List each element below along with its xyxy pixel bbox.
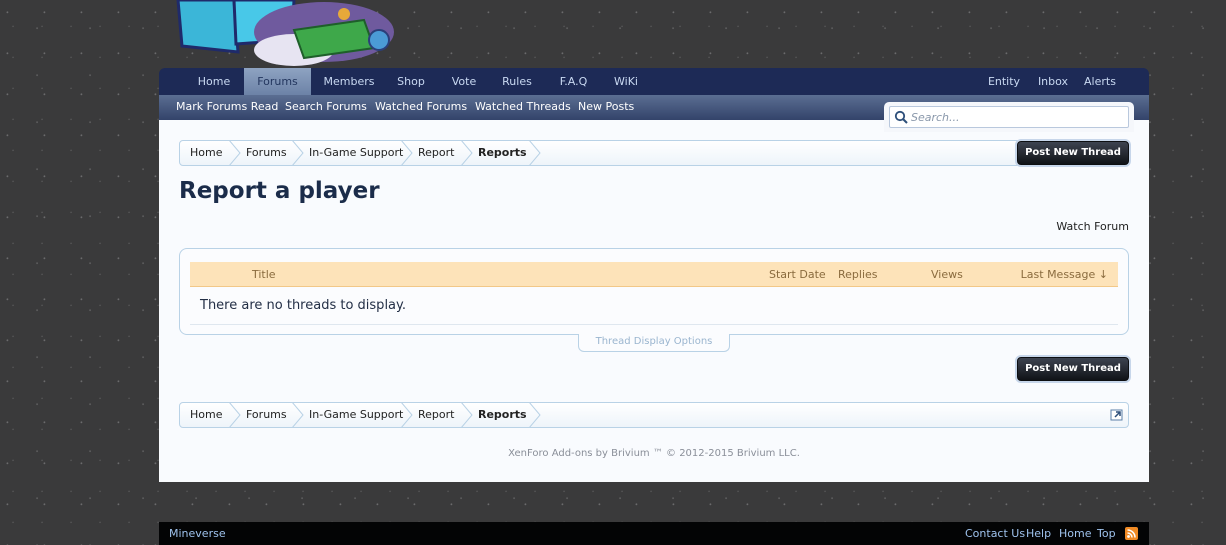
alerts-link[interactable]: Alerts <box>1081 68 1119 95</box>
breadcrumb-home[interactable]: Home <box>190 141 222 165</box>
breadcrumb-bottom: Home Forums In-Game Support Report Repor… <box>179 402 1129 428</box>
tab-members[interactable]: Members <box>321 68 377 95</box>
breadcrumb-separator-icon <box>528 140 541 166</box>
breadcrumb-report[interactable]: Report <box>418 403 454 427</box>
rss-icon[interactable] <box>1125 527 1138 540</box>
divider <box>190 324 1118 325</box>
breadcrumb-forums[interactable]: Forums <box>246 403 287 427</box>
search-box: Search... <box>884 102 1134 132</box>
thread-list-header: Title Start Date Replies Views Last Mess… <box>190 262 1118 287</box>
breadcrumb-reports[interactable]: Reports <box>478 141 527 165</box>
content-panel: Home Forums In-Game Support Report Repor… <box>159 120 1149 482</box>
thread-list: Title Start Date Replies Views Last Mess… <box>179 248 1129 335</box>
new-posts-link[interactable]: New Posts <box>578 95 634 119</box>
thread-display-options-toggle[interactable]: Thread Display Options <box>578 334 730 352</box>
breadcrumb-separator-icon <box>228 402 241 428</box>
column-start-date[interactable]: Start Date <box>769 262 826 287</box>
tab-rules[interactable]: Rules <box>496 68 538 95</box>
column-title[interactable]: Title <box>252 262 276 287</box>
post-new-thread-button[interactable]: Post New Thread <box>1017 141 1129 165</box>
site-logo[interactable] <box>174 0 394 66</box>
column-replies[interactable]: Replies <box>838 262 878 287</box>
breadcrumb-separator-icon <box>400 402 413 428</box>
breadcrumb-forums[interactable]: Forums <box>246 141 287 165</box>
watch-forum-link[interactable]: Watch Forum <box>1056 220 1129 233</box>
copyright-notice: XenForo Add-ons by Brivium ™ © 2012-2015… <box>508 448 800 459</box>
tab-home[interactable]: Home <box>189 68 239 95</box>
footer: Mineverse Contact Us Help Home Top <box>159 522 1149 545</box>
search-forums-link[interactable]: Search Forums <box>285 95 367 119</box>
breadcrumb-reports[interactable]: Reports <box>478 403 527 427</box>
footer-help-link[interactable]: Help <box>1026 522 1051 545</box>
breadcrumb: Home Forums In-Game Support Report Repor… <box>179 140 1129 166</box>
inbox-link[interactable]: Inbox <box>1034 68 1072 95</box>
mark-forums-read-link[interactable]: Mark Forums Read <box>176 95 278 119</box>
post-new-thread-button-bottom[interactable]: Post New Thread <box>1017 357 1129 381</box>
column-last-message[interactable]: Last Message ↓ <box>1021 262 1108 287</box>
watched-threads-link[interactable]: Watched Threads <box>475 95 571 119</box>
search-placeholder: Search... <box>911 111 960 124</box>
footer-brand-link[interactable]: Mineverse <box>169 522 226 545</box>
tab-wiki[interactable]: WiKi <box>608 68 644 95</box>
tab-shop[interactable]: Shop <box>391 68 431 95</box>
tab-vote[interactable]: Vote <box>444 68 484 95</box>
breadcrumb-separator-icon <box>291 140 304 166</box>
column-views[interactable]: Views <box>931 262 963 287</box>
tab-faq[interactable]: F.A.Q <box>551 68 596 95</box>
breadcrumb-in-game-support[interactable]: In-Game Support <box>309 141 403 165</box>
page-title: Report a player <box>179 178 380 204</box>
breadcrumb-separator-icon <box>528 402 541 428</box>
breadcrumb-separator-icon <box>460 140 473 166</box>
search-icon <box>894 110 908 124</box>
account-entity-link[interactable]: Entity <box>981 68 1027 95</box>
breadcrumb-separator-icon <box>460 402 473 428</box>
breadcrumb-separator-icon <box>400 140 413 166</box>
tab-forums[interactable]: Forums <box>244 68 311 96</box>
watched-forums-link[interactable]: Watched Forums <box>375 95 467 119</box>
breadcrumb-separator-icon <box>228 140 241 166</box>
main-navigation: Home Forums Members Shop Vote Rules F.A.… <box>159 68 1149 96</box>
footer-contact-us-link[interactable]: Contact Us <box>965 522 1025 545</box>
jump-menu-icon[interactable] <box>1110 408 1124 421</box>
breadcrumb-report[interactable]: Report <box>418 141 454 165</box>
footer-home-link[interactable]: Home <box>1059 522 1091 545</box>
breadcrumb-in-game-support[interactable]: In-Game Support <box>309 403 403 427</box>
empty-thread-message: There are no threads to display. <box>200 298 406 313</box>
breadcrumb-home[interactable]: Home <box>190 403 222 427</box>
footer-top-link[interactable]: Top <box>1097 522 1116 545</box>
breadcrumb-separator-icon <box>291 402 304 428</box>
search-input[interactable]: Search... <box>889 106 1129 128</box>
